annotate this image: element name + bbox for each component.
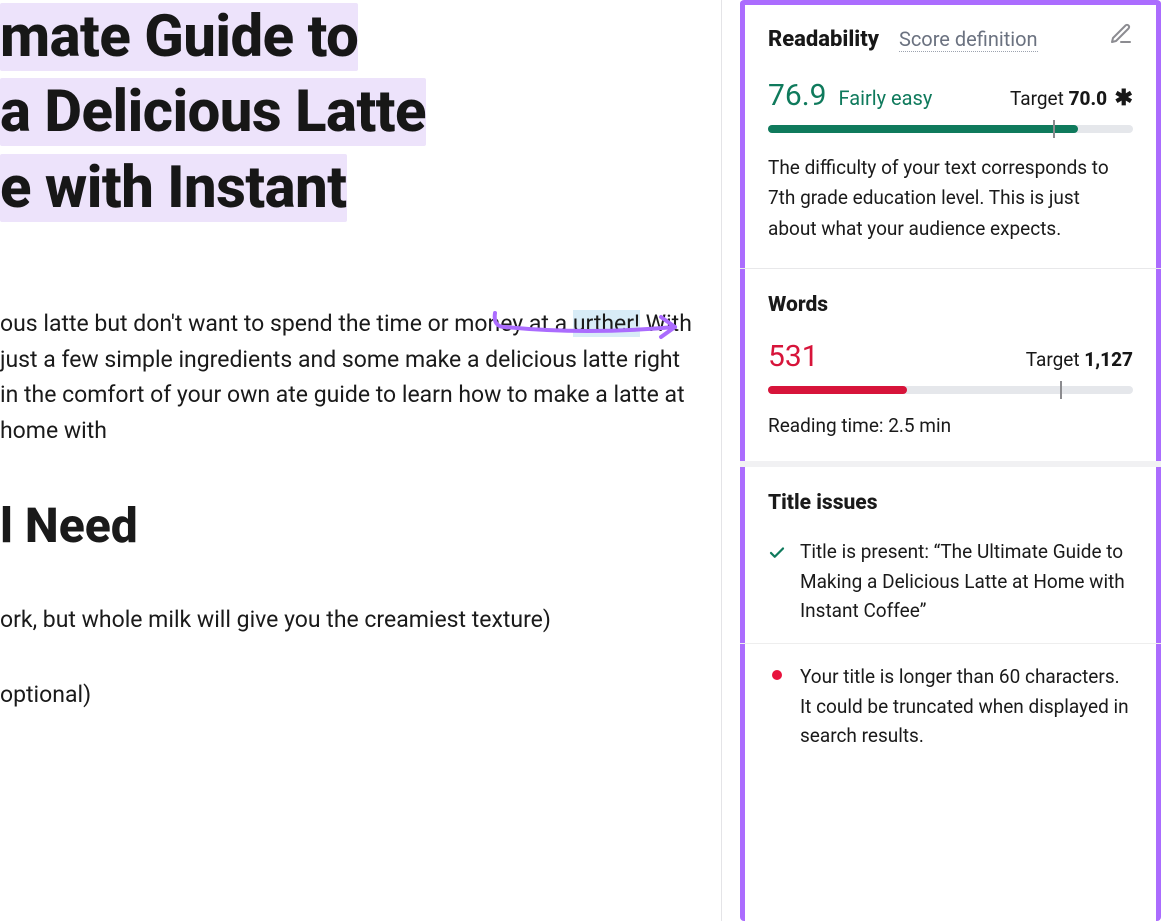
list-item[interactable]: ork, but whole milk will give you the cr…	[0, 602, 697, 638]
title-warning-text: Your title is longer than 60 characters.…	[800, 662, 1133, 750]
edit-icon[interactable]	[1109, 22, 1133, 50]
score-definition-link[interactable]: Score definition	[899, 27, 1038, 52]
warning-dot-icon	[772, 670, 782, 680]
list-item[interactable]: optional)	[0, 677, 697, 713]
target-value: 70.0	[1069, 87, 1108, 110]
title-issues-heading: Title issues	[768, 491, 1133, 515]
title-issue-row: Your title is longer than 60 characters.…	[768, 662, 1133, 768]
title-line-3: e with Instant	[0, 154, 347, 222]
readability-description: The difficulty of your text corresponds …	[768, 153, 1133, 244]
words-target: Target 1,127	[1026, 348, 1133, 371]
readability-bar-fill	[768, 125, 1078, 133]
title-line-2: a Delicious Latte	[0, 78, 426, 146]
title-present-text: Title is present: “The Ultimate Guide to…	[800, 537, 1133, 625]
words-target-tick	[1060, 381, 1062, 399]
words-progress-bar	[768, 386, 1133, 394]
readability-target: Target 70.0 ✱	[1010, 86, 1133, 111]
words-title: Words	[768, 293, 1133, 317]
para-text-before: ous latte but don't want to spend the ti…	[0, 310, 573, 337]
check-icon	[768, 541, 786, 625]
target-value: 1,127	[1084, 348, 1133, 371]
title-issue-row: Title is present: “The Ultimate Guide to…	[740, 537, 1161, 644]
readability-title: Readability	[768, 27, 879, 52]
section-heading[interactable]: l Need	[0, 497, 697, 554]
target-label: Target	[1010, 87, 1069, 110]
asterisk-icon: ✱	[1109, 86, 1133, 111]
intro-paragraph[interactable]: ous latte but don't want to spend the ti…	[0, 306, 697, 449]
divider	[740, 461, 1161, 467]
readability-label: Fairly easy	[839, 86, 999, 110]
sidebar: Readability Score definition 76.9 Fairly…	[721, 0, 1161, 921]
title-line-1: mate Guide to	[0, 3, 358, 71]
editor-pane: mate Guide to a Delicious Latte e with I…	[0, 0, 721, 921]
words-bar-fill	[768, 386, 907, 394]
document-title[interactable]: mate Guide to a Delicious Latte e with I…	[0, 0, 697, 226]
highlighted-text: urther!	[573, 310, 640, 337]
words-count: 531	[768, 339, 819, 374]
readability-progress-bar	[768, 125, 1133, 133]
reading-time: Reading time: 2.5 min	[768, 414, 1133, 437]
readability-target-tick	[1053, 120, 1055, 138]
target-label: Target	[1026, 348, 1085, 371]
readability-score: 76.9	[768, 78, 827, 113]
divider	[740, 268, 1161, 269]
